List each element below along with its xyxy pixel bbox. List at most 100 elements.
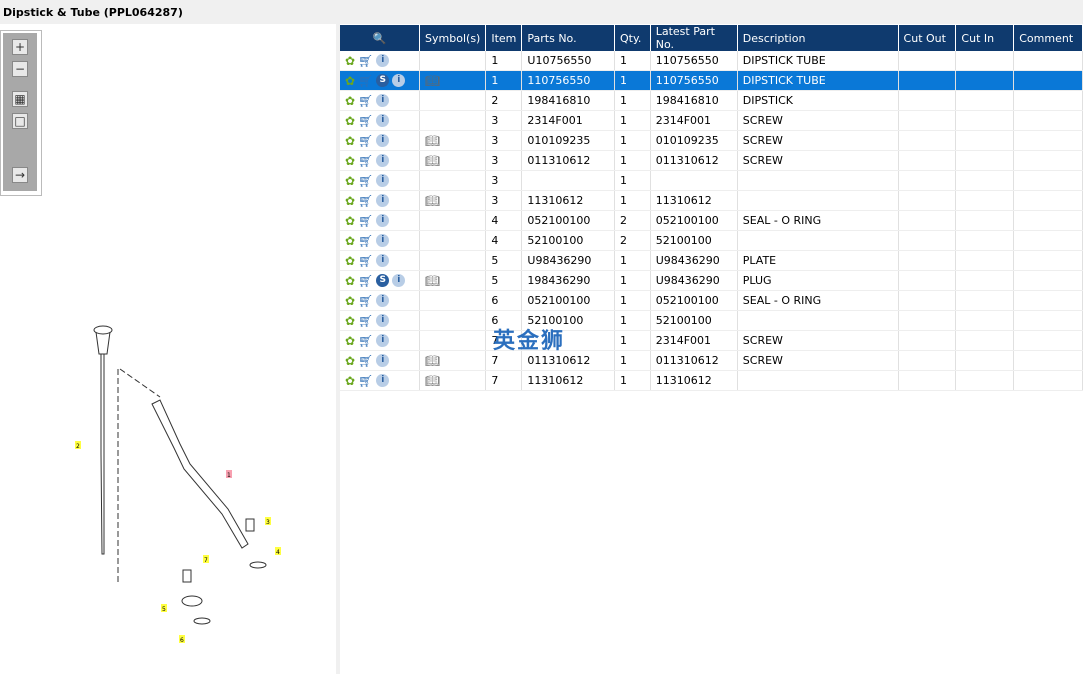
info-icon[interactable]: i: [376, 354, 390, 367]
cart-icon[interactable]: 🛒︎: [358, 154, 373, 168]
column-header[interactable]: Description: [737, 25, 899, 51]
table-row[interactable]: ✿ 🛒︎ Si 📖︎ 5 198436290 1 U98436290 PLUG: [340, 270, 1083, 291]
info-icon[interactable]: i: [376, 174, 390, 187]
info-icon[interactable]: i: [392, 274, 406, 287]
cart-icon[interactable]: 🛒︎: [358, 354, 373, 368]
cart-icon[interactable]: 🛒︎: [358, 174, 373, 188]
info-icon[interactable]: i: [376, 134, 390, 147]
column-header[interactable]: Cut In: [955, 25, 1015, 51]
table-row[interactable]: ✿ 🛒︎ i 📖︎ 3 011310612 1 011310612 SCREW: [340, 150, 1083, 171]
column-header[interactable]: Item: [485, 25, 523, 51]
gear-icon[interactable]: ✿: [345, 134, 355, 148]
table-row[interactable]: ✿ 🛒︎ i 6 52100100 1 52100100: [340, 310, 1083, 331]
symbols-cell: [419, 170, 487, 191]
info-icon[interactable]: i: [376, 294, 390, 307]
book-magnifier-icon[interactable]: 📖︎: [425, 74, 440, 88]
info-icon[interactable]: i: [376, 94, 390, 107]
fit-window-button[interactable]: □: [12, 113, 28, 129]
gear-icon[interactable]: ✿: [345, 54, 355, 68]
info-icon[interactable]: i: [376, 54, 390, 67]
table-row[interactable]: ✿ 🛒︎ i 📖︎ 7 011310612 1 011310612 SCREW: [340, 350, 1083, 371]
table-row[interactable]: ✿ 🛒︎ i 3 1: [340, 170, 1083, 191]
table-row[interactable]: ✿ 🛒︎ i 1 U10756550 1 110756550 DIPSTICK TUBE: [340, 51, 1083, 71]
cart-icon[interactable]: 🛒︎: [358, 254, 373, 268]
info-icon[interactable]: i: [376, 214, 390, 227]
book-magnifier-icon[interactable]: 📖︎: [425, 134, 440, 148]
info-icon[interactable]: i: [376, 254, 390, 267]
fit-all-button[interactable]: ▦: [12, 91, 28, 107]
qty-cell: 1: [614, 170, 651, 191]
table-row[interactable]: ✿ 🛒︎ i 2 198416810 1 198416810 DIPSTICK: [340, 90, 1083, 111]
table-row[interactable]: ✿ 🛒︎ i 📖︎ 3 11310612 1 11310612: [340, 190, 1083, 211]
cut-out-cell: [898, 210, 957, 231]
info-icon[interactable]: i: [376, 114, 390, 127]
gear-icon[interactable]: ✿: [345, 114, 355, 128]
cart-icon[interactable]: 🛒︎: [358, 114, 373, 128]
gear-icon[interactable]: ✿: [345, 254, 355, 268]
item-cell: 7: [485, 370, 523, 391]
table-row[interactable]: ✿ 🛒︎ i 3 2314F001 1 2314F001 SCREW: [340, 110, 1083, 131]
gear-icon[interactable]: ✿: [345, 274, 355, 288]
gear-icon[interactable]: ✿: [345, 214, 355, 228]
gear-icon[interactable]: ✿: [345, 354, 355, 368]
column-header[interactable]: Latest Part No.: [650, 25, 738, 51]
info-icon[interactable]: i: [376, 374, 390, 387]
diagram-pane[interactable]: 1 2 3 4 5 6 7: [0, 24, 337, 674]
cart-icon[interactable]: 🛒︎: [358, 234, 373, 248]
gear-icon[interactable]: ✿: [345, 234, 355, 248]
info-icon[interactable]: i: [376, 234, 390, 247]
book-magnifier-icon[interactable]: 📖︎: [425, 354, 440, 368]
info-icon[interactable]: i: [376, 194, 390, 207]
gear-icon[interactable]: ✿: [345, 154, 355, 168]
export-button[interactable]: →: [12, 167, 28, 183]
gear-icon[interactable]: ✿: [345, 374, 355, 388]
table-row[interactable]: ✿ 🛒︎ i 4 52100100 2 52100100: [340, 230, 1083, 251]
info-icon[interactable]: i: [376, 314, 390, 327]
table-row[interactable]: ✿ 🛒︎ i 4 052100100 2 052100100 SEAL - O RING: [340, 210, 1083, 231]
cart-icon[interactable]: 🛒︎: [358, 334, 373, 348]
comment-cell: [1013, 330, 1083, 351]
cart-icon[interactable]: 🛒︎: [358, 374, 373, 388]
supersession-icon[interactable]: S: [376, 74, 390, 87]
info-icon[interactable]: i: [376, 334, 390, 347]
column-header[interactable]: Symbol(s): [419, 25, 487, 51]
table-row[interactable]: ✿ 🛒︎ i 6 052100100 1 052100100 SEAL - O RING: [340, 290, 1083, 311]
cart-icon[interactable]: 🛒︎: [358, 54, 373, 68]
info-icon[interactable]: i: [392, 74, 406, 87]
gear-icon[interactable]: ✿: [345, 334, 355, 348]
zoom-out-button[interactable]: −: [12, 61, 28, 77]
book-magnifier-icon[interactable]: 📖︎: [425, 154, 440, 168]
info-icon[interactable]: i: [376, 154, 390, 167]
table-row[interactable]: ✿ 🛒︎ i 7 1 2314F001 SCREW: [340, 330, 1083, 351]
cart-icon[interactable]: 🛒︎: [358, 294, 373, 308]
cart-icon[interactable]: 🛒︎: [358, 314, 373, 328]
item-cell: 3: [485, 130, 523, 151]
cart-icon[interactable]: 🛒︎: [358, 134, 373, 148]
gear-icon[interactable]: ✿: [345, 194, 355, 208]
cart-icon[interactable]: 🛒︎: [358, 274, 373, 288]
gear-icon[interactable]: ✿: [345, 94, 355, 108]
book-magnifier-icon[interactable]: 📖︎: [425, 374, 440, 388]
table-row[interactable]: ✿ 🛒︎ i 📖︎ 7 11310612 1 11310612: [340, 370, 1083, 391]
zoom-in-button[interactable]: +: [12, 39, 28, 55]
cart-icon[interactable]: 🛒︎: [358, 74, 373, 88]
gear-icon[interactable]: ✿: [345, 294, 355, 308]
gear-icon[interactable]: ✿: [345, 314, 355, 328]
gear-icon[interactable]: ✿: [345, 174, 355, 188]
gear-icon[interactable]: ✿: [345, 74, 355, 88]
desc-cell: SCREW: [737, 110, 899, 131]
book-magnifier-icon[interactable]: 📖︎: [425, 274, 440, 288]
table-row[interactable]: ✿ 🛒︎ Si 📖︎ 1 110756550 1 110756550 DIPSTICK TUBE: [340, 70, 1083, 91]
cart-icon[interactable]: 🛒︎: [358, 214, 373, 228]
cart-icon[interactable]: 🛒︎: [358, 94, 373, 108]
column-header[interactable]: Parts No.: [521, 25, 615, 51]
cart-icon[interactable]: 🛒︎: [358, 194, 373, 208]
table-row[interactable]: ✿ 🛒︎ i 5 U98436290 1 U98436290 PLATE: [340, 250, 1083, 271]
book-magnifier-icon[interactable]: 📖︎: [425, 194, 440, 208]
column-header[interactable]: Comment: [1013, 25, 1083, 51]
header-search-icon[interactable]: 🔍: [340, 25, 421, 51]
column-header[interactable]: Cut Out: [898, 25, 957, 51]
table-row[interactable]: ✿ 🛒︎ i 📖︎ 3 010109235 1 010109235 SCREW: [340, 130, 1083, 151]
supersession-icon[interactable]: S: [376, 274, 390, 287]
column-header[interactable]: Qty.: [614, 25, 651, 51]
